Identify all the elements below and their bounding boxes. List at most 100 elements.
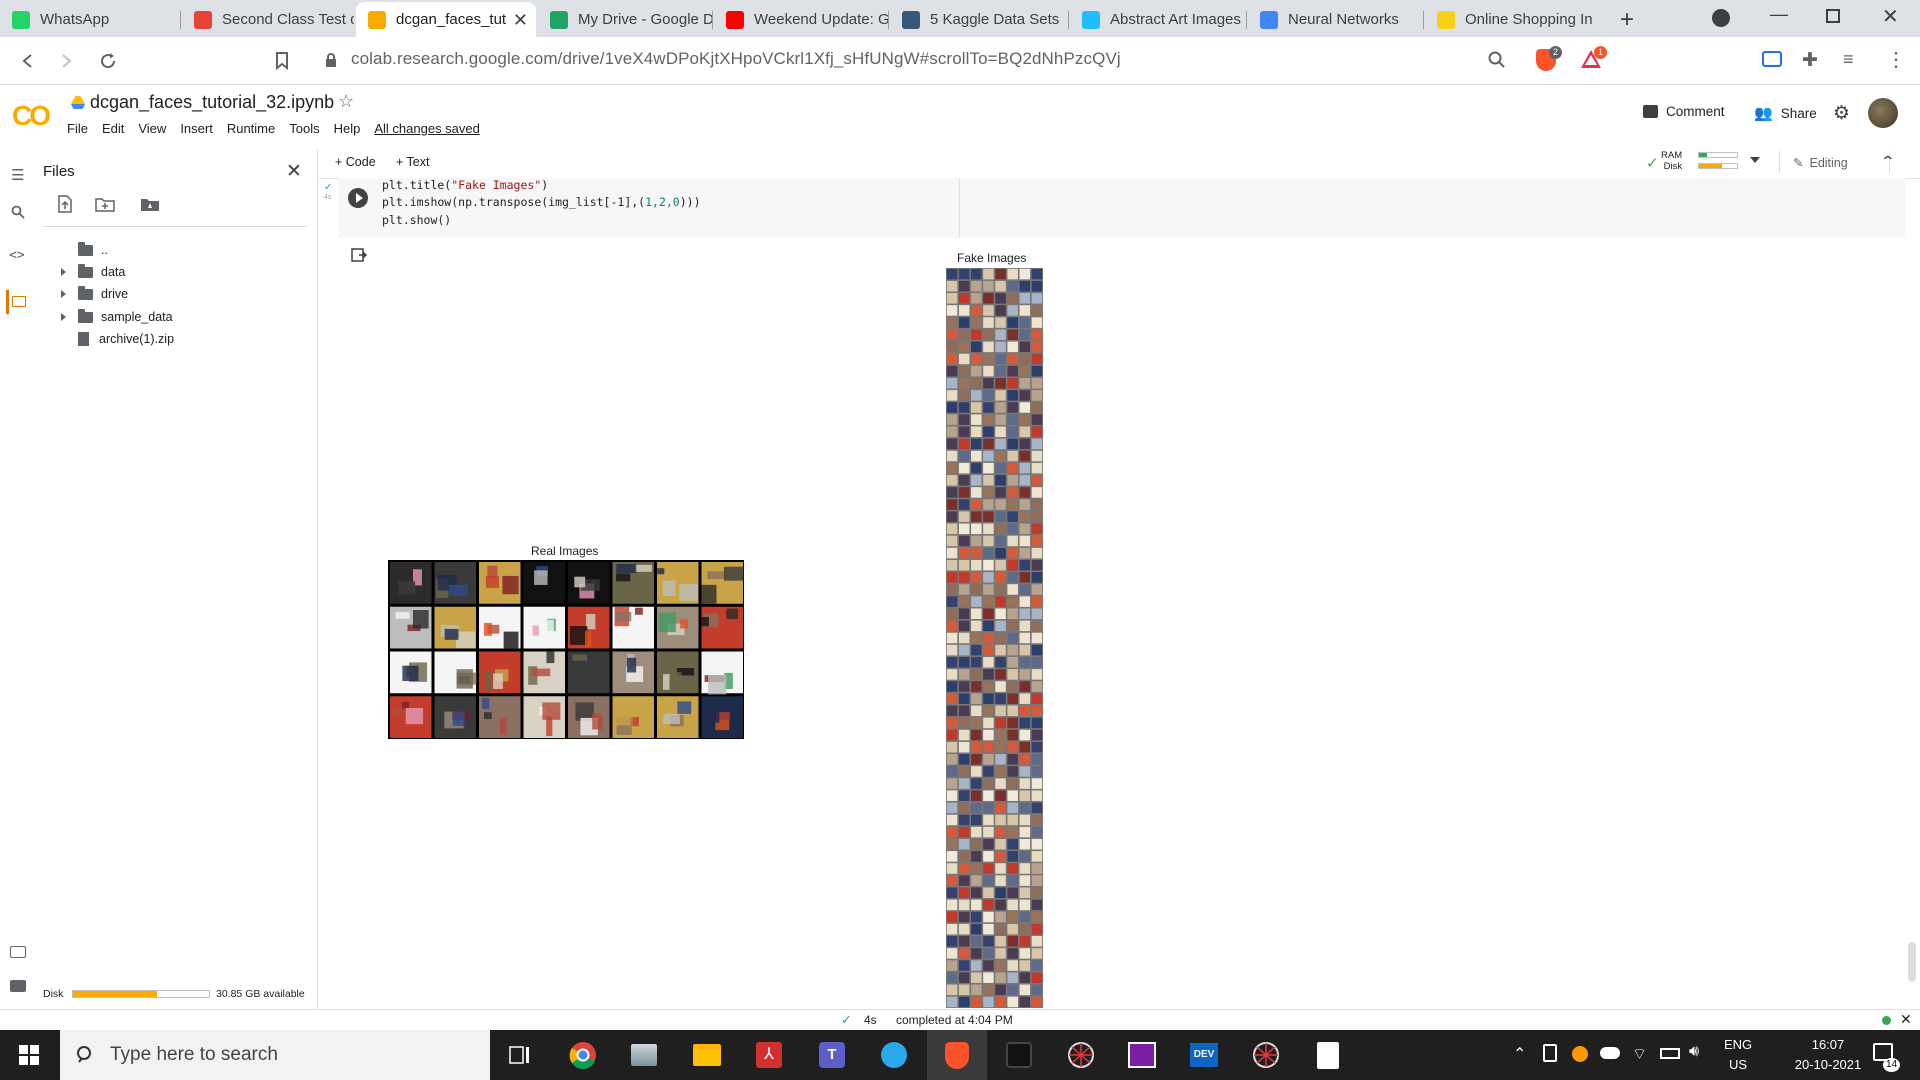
resources-dropdown-icon[interactable] bbox=[1750, 157, 1760, 163]
media-icon[interactable]: ≡ bbox=[1843, 49, 1854, 70]
upload-icon[interactable] bbox=[57, 195, 73, 218]
code-line-3[interactable]: plt.show() bbox=[382, 213, 451, 227]
windows-start-icon[interactable] bbox=[19, 1045, 39, 1070]
browser-tab[interactable]: My Drive - Google D bbox=[538, 2, 712, 37]
editing-mode-button[interactable]: ✎ Editing bbox=[1793, 155, 1848, 171]
volume-icon[interactable]: 🔊︎ bbox=[1689, 1043, 1699, 1061]
bookmark-icon[interactable] bbox=[268, 47, 296, 75]
new-tab-button[interactable]: + bbox=[1620, 6, 1634, 34]
code-cell[interactable]: ✓ 4s plt.title("Fake Images") plt.imshow… bbox=[324, 178, 1905, 238]
expand-caret-icon[interactable] bbox=[61, 313, 66, 321]
onedrive-icon[interactable] bbox=[1600, 1047, 1620, 1059]
tab-search-icon[interactable] bbox=[1712, 9, 1730, 27]
teams-icon[interactable]: T bbox=[817, 1040, 847, 1070]
share-button[interactable]: 👥 Share bbox=[1754, 104, 1817, 122]
settings-gear-icon[interactable]: ⚙ bbox=[1833, 102, 1850, 125]
disk-resource-label: Disk bbox=[1663, 161, 1683, 172]
forward-icon[interactable] bbox=[52, 47, 80, 75]
battery-icon[interactable] bbox=[1660, 1048, 1680, 1059]
clock[interactable]: 16:07 20-10-2021 bbox=[1784, 1035, 1872, 1075]
tray-app-icon[interactable] bbox=[1572, 1046, 1588, 1062]
menu-tools[interactable]: Tools bbox=[289, 121, 319, 136]
tray-chevron-icon[interactable]: ⌃ bbox=[1513, 1044, 1526, 1064]
menu-insert[interactable]: Insert bbox=[180, 121, 213, 136]
wifi-icon[interactable]: ⌔ bbox=[1632, 1044, 1647, 1064]
browser-tab[interactable]: 5 Kaggle Data Sets bbox=[890, 2, 1068, 37]
chrome-icon[interactable] bbox=[568, 1040, 598, 1070]
language-indicator[interactable]: ENG US bbox=[1724, 1035, 1752, 1075]
new-folder-icon[interactable] bbox=[95, 197, 115, 217]
code-line-1[interactable]: plt.title("Fake Images") bbox=[382, 178, 548, 192]
close-tab-icon[interactable]: ✕ bbox=[513, 10, 528, 31]
fake-image-thumb bbox=[971, 936, 982, 947]
comment-button[interactable]: Comment bbox=[1643, 104, 1725, 119]
menu-view[interactable]: View bbox=[138, 121, 166, 136]
close-panel-icon[interactable]: ✕ bbox=[286, 160, 302, 183]
extensions-icon[interactable]: ✚ bbox=[1802, 49, 1818, 72]
acrobat-icon[interactable]: ⅄ bbox=[754, 1040, 784, 1070]
notebook-title[interactable]: dcgan_faces_tutorial_32.ipynb bbox=[90, 92, 334, 113]
menu-file[interactable]: File bbox=[67, 121, 88, 136]
browser-tab[interactable]: WhatsApp bbox=[0, 2, 178, 37]
taskbar-search[interactable]: Type here to search bbox=[60, 1030, 490, 1080]
files-folder-icon[interactable] bbox=[12, 296, 26, 307]
close-window-icon[interactable]: ✕ bbox=[1882, 4, 1899, 29]
star-icon[interactable]: ☆ bbox=[338, 91, 354, 112]
zoom-search-icon[interactable] bbox=[1488, 51, 1506, 74]
screen-record-icon[interactable] bbox=[1127, 1040, 1157, 1070]
code-snippets-icon[interactable]: <> bbox=[9, 248, 25, 263]
resources-labels[interactable]: RAM Disk bbox=[1661, 150, 1682, 172]
expand-caret-icon[interactable] bbox=[61, 290, 66, 298]
colab-logo[interactable]: CO bbox=[12, 100, 51, 132]
menu-help[interactable]: Help bbox=[334, 121, 361, 136]
table-of-contents-icon[interactable]: ☰ bbox=[11, 166, 24, 184]
menu-runtime[interactable]: Runtime bbox=[227, 121, 275, 136]
add-text-button[interactable]: + Text bbox=[396, 155, 429, 169]
scrollbar[interactable] bbox=[1908, 942, 1916, 982]
restore-icon[interactable] bbox=[1826, 9, 1840, 23]
run-cell-button[interactable] bbox=[348, 188, 368, 208]
dev-icon[interactable]: DEV bbox=[1189, 1040, 1219, 1070]
collapse-chevron-icon[interactable]: ⌃ bbox=[1880, 153, 1896, 170]
save-status[interactable]: All changes saved bbox=[374, 121, 480, 136]
browser-menu-icon[interactable]: ⋮ bbox=[1886, 47, 1906, 72]
back-icon[interactable] bbox=[14, 47, 42, 75]
folder-row[interactable]: data bbox=[61, 262, 125, 282]
document-icon[interactable] bbox=[1313, 1040, 1343, 1070]
code-line-2[interactable]: plt.imshow(np.transpose(img_list[-1],(1,… bbox=[382, 195, 701, 209]
game-app-icon[interactable] bbox=[1004, 1040, 1034, 1070]
web-app-icon[interactable] bbox=[1066, 1040, 1096, 1070]
browser-tab[interactable]: Weekend Update: G bbox=[714, 2, 888, 37]
minimize-icon[interactable]: — bbox=[1770, 4, 1788, 25]
search-icon[interactable] bbox=[11, 205, 25, 224]
output-icon[interactable] bbox=[351, 248, 368, 267]
telegram-icon[interactable] bbox=[879, 1040, 909, 1070]
file-row[interactable]: archive(1).zip bbox=[61, 329, 174, 349]
browser-tab[interactable]: Neural Networks bbox=[1248, 2, 1423, 37]
folder-row[interactable]: sample_data bbox=[61, 307, 173, 327]
task-view-icon[interactable] bbox=[505, 1040, 535, 1070]
web-app-2-icon[interactable] bbox=[1251, 1040, 1281, 1070]
brave-browser-icon[interactable] bbox=[942, 1040, 972, 1070]
avatar[interactable] bbox=[1868, 98, 1898, 128]
browser-tab[interactable]: Second Class Test o bbox=[182, 2, 354, 37]
expand-caret-icon[interactable] bbox=[61, 268, 66, 276]
browser-tab[interactable]: Abstract Art Images bbox=[1070, 2, 1246, 37]
tray-device-icon[interactable] bbox=[1543, 1044, 1557, 1062]
terminal-icon[interactable] bbox=[10, 980, 26, 992]
photos-app-icon[interactable] bbox=[629, 1040, 659, 1070]
folder-row[interactable]: drive bbox=[61, 284, 128, 304]
browser-tab[interactable]: dcgan_faces_tut ✕ bbox=[356, 2, 536, 37]
fake-image-thumb bbox=[971, 729, 982, 741]
url-text[interactable]: colab.research.google.com/drive/1veX4wDP… bbox=[351, 49, 1121, 69]
menu-edit[interactable]: Edit bbox=[102, 121, 124, 136]
reload-icon[interactable] bbox=[94, 47, 122, 75]
screen-share-icon[interactable] bbox=[1762, 51, 1782, 67]
browser-tab[interactable]: Online Shopping In bbox=[1425, 2, 1600, 37]
mount-drive-icon[interactable] bbox=[140, 197, 160, 217]
close-status-icon[interactable]: ✕ bbox=[1900, 1011, 1912, 1028]
add-code-button[interactable]: + Code bbox=[335, 155, 376, 169]
command-palette-icon[interactable] bbox=[10, 946, 26, 958]
file-explorer-icon[interactable] bbox=[692, 1040, 722, 1070]
parent-dir-row[interactable]: .. bbox=[61, 240, 108, 260]
